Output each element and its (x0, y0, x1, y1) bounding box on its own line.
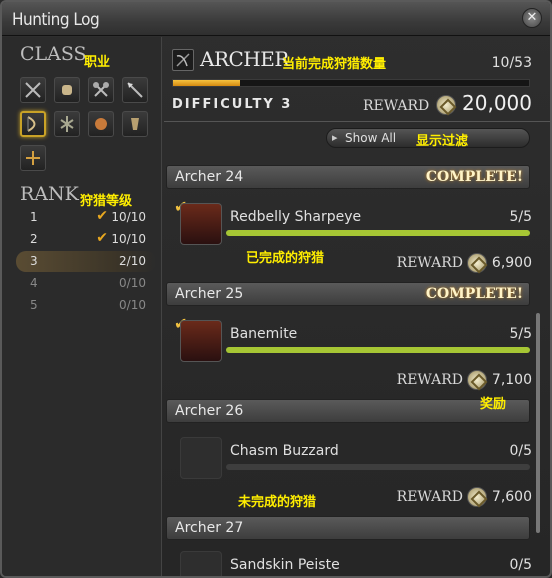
progress-bar (172, 79, 530, 87)
reward-value: 7,100 (491, 372, 532, 388)
progress-note: 当前完成狩猎数量 (282, 57, 387, 72)
show-all-label: Show All (345, 131, 397, 145)
bow-icon (172, 49, 194, 71)
thaumaturge-icon[interactable] (88, 111, 114, 137)
rank-value: 0/10 (119, 298, 146, 312)
lancer-icon[interactable] (122, 77, 148, 103)
arcanist-icon[interactable] (122, 111, 148, 137)
filter-note: 显示过滤 (416, 134, 469, 149)
reward-value: 6,900 (491, 255, 532, 271)
progress-text: 10/53 (491, 55, 532, 71)
rank-row-3[interactable]: 3 2/10 (16, 251, 156, 272)
rank-number: 4 (30, 276, 38, 290)
kill-progress-fill (226, 230, 530, 236)
class-note: 职业 (84, 55, 111, 70)
rank-number: 5 (30, 298, 38, 312)
rank-row-4[interactable]: 4 0/10 (16, 273, 156, 294)
class-sidebar: CLASS 职业 RANK 狩猎等级 1 ✔ 10/10 2 ✔ 10/10 3 (2, 37, 162, 576)
check-icon: ✔ (96, 230, 108, 246)
class-heading: CLASS (20, 43, 87, 65)
monster-reward: REWARD 6,900 (397, 253, 532, 273)
reward-note: 奖励 (480, 397, 507, 412)
kill-progress-fill (226, 347, 530, 353)
pugilist-icon[interactable] (54, 77, 80, 103)
seal-icon (467, 370, 488, 390)
section-label: Archer 27 (175, 520, 244, 536)
scrollbar[interactable] (536, 313, 540, 533)
rogue-icon[interactable] (20, 145, 46, 171)
total-reward: REWARD 20,000 (363, 91, 532, 115)
gladiator-icon[interactable] (20, 77, 46, 103)
monster-portrait[interactable] (180, 437, 222, 479)
progress-fill (173, 80, 241, 86)
kill-progress-bar (226, 230, 530, 236)
rank-value: 0/10 (119, 276, 146, 290)
archer-icon[interactable] (20, 111, 46, 137)
section-header[interactable]: Archer 24 COMPLETE! (166, 165, 530, 189)
section-label: Archer 24 (175, 169, 244, 185)
close-icon[interactable]: ✕ (522, 8, 542, 28)
monster-count: 0/5 (509, 557, 532, 573)
reward-label: REWARD (396, 372, 463, 388)
hunting-log-main: ARCHER 当前完成狩猎数量 10/53 DIFFICULTY 3 REWAR… (164, 37, 550, 576)
rank-row-2[interactable]: 2 ✔ 10/10 (16, 229, 156, 250)
monster-name: Redbelly Sharpeye (230, 209, 362, 225)
reward-total: 20,000 (462, 91, 532, 115)
kill-progress-bar (226, 347, 530, 353)
monster-count: 0/5 (509, 443, 532, 459)
complete-badge: COMPLETE! (425, 169, 523, 185)
kill-progress-bar (226, 464, 530, 470)
reward-label: REWARD (362, 98, 430, 114)
hunting-log-window: Hunting Log ✕ CLASS 职业 RANK 狩猎等级 1 ✔ 10/… (0, 0, 552, 578)
conjurer-icon[interactable] (54, 111, 80, 137)
divider (164, 121, 550, 122)
complete-badge: COMPLETE! (425, 286, 523, 302)
monster-name: Chasm Buzzard (230, 443, 339, 459)
difficulty-label: DIFFICULTY 3 (172, 97, 293, 112)
section-header[interactable]: Archer 25 COMPLETE! (166, 282, 530, 306)
reward-value: 7,600 (491, 489, 532, 505)
incomplete-note: 未完成的狩猎 (238, 495, 317, 510)
job-title: ARCHER (200, 47, 289, 71)
rank-value: 10/10 (111, 232, 146, 246)
reward-label: REWARD (396, 489, 463, 505)
monster-portrait[interactable] (180, 320, 222, 362)
completed-note: 已完成的狩猎 (246, 251, 325, 266)
marauder-icon[interactable] (88, 77, 114, 103)
rank-value: 2/10 (119, 254, 146, 268)
seal-icon (467, 487, 488, 507)
rank-value: 10/10 (111, 210, 146, 224)
titlebar: Hunting Log ✕ (2, 2, 550, 36)
section-label: Archer 26 (175, 403, 244, 419)
rank-number: 3 (30, 254, 38, 268)
section-label: Archer 25 (175, 286, 244, 302)
rank-number: 1 (30, 210, 38, 224)
monster-reward: REWARD 7,100 (397, 370, 532, 390)
rank-row-5[interactable]: 5 0/10 (16, 295, 156, 316)
monster-count: 5/5 (509, 209, 532, 225)
window-title: Hunting Log (12, 10, 100, 30)
check-icon: ✔ (96, 208, 108, 224)
monster-name: Banemite (230, 326, 298, 342)
monster-count: 5/5 (509, 326, 532, 342)
seal-icon (467, 253, 488, 273)
monster-portrait[interactable] (180, 551, 222, 576)
reward-label: REWARD (396, 255, 463, 271)
rank-row-1[interactable]: 1 ✔ 10/10 (16, 207, 156, 228)
section-header[interactable]: Archer 26 (166, 399, 530, 423)
section-header[interactable]: Archer 27 (166, 516, 530, 540)
monster-name: Sandskin Peiste (230, 557, 340, 573)
seal-icon (435, 94, 456, 115)
rank-heading: RANK (20, 183, 79, 205)
rank-number: 2 (30, 232, 38, 246)
monster-reward: REWARD 7,600 (397, 487, 532, 507)
monster-portrait[interactable] (180, 203, 222, 245)
